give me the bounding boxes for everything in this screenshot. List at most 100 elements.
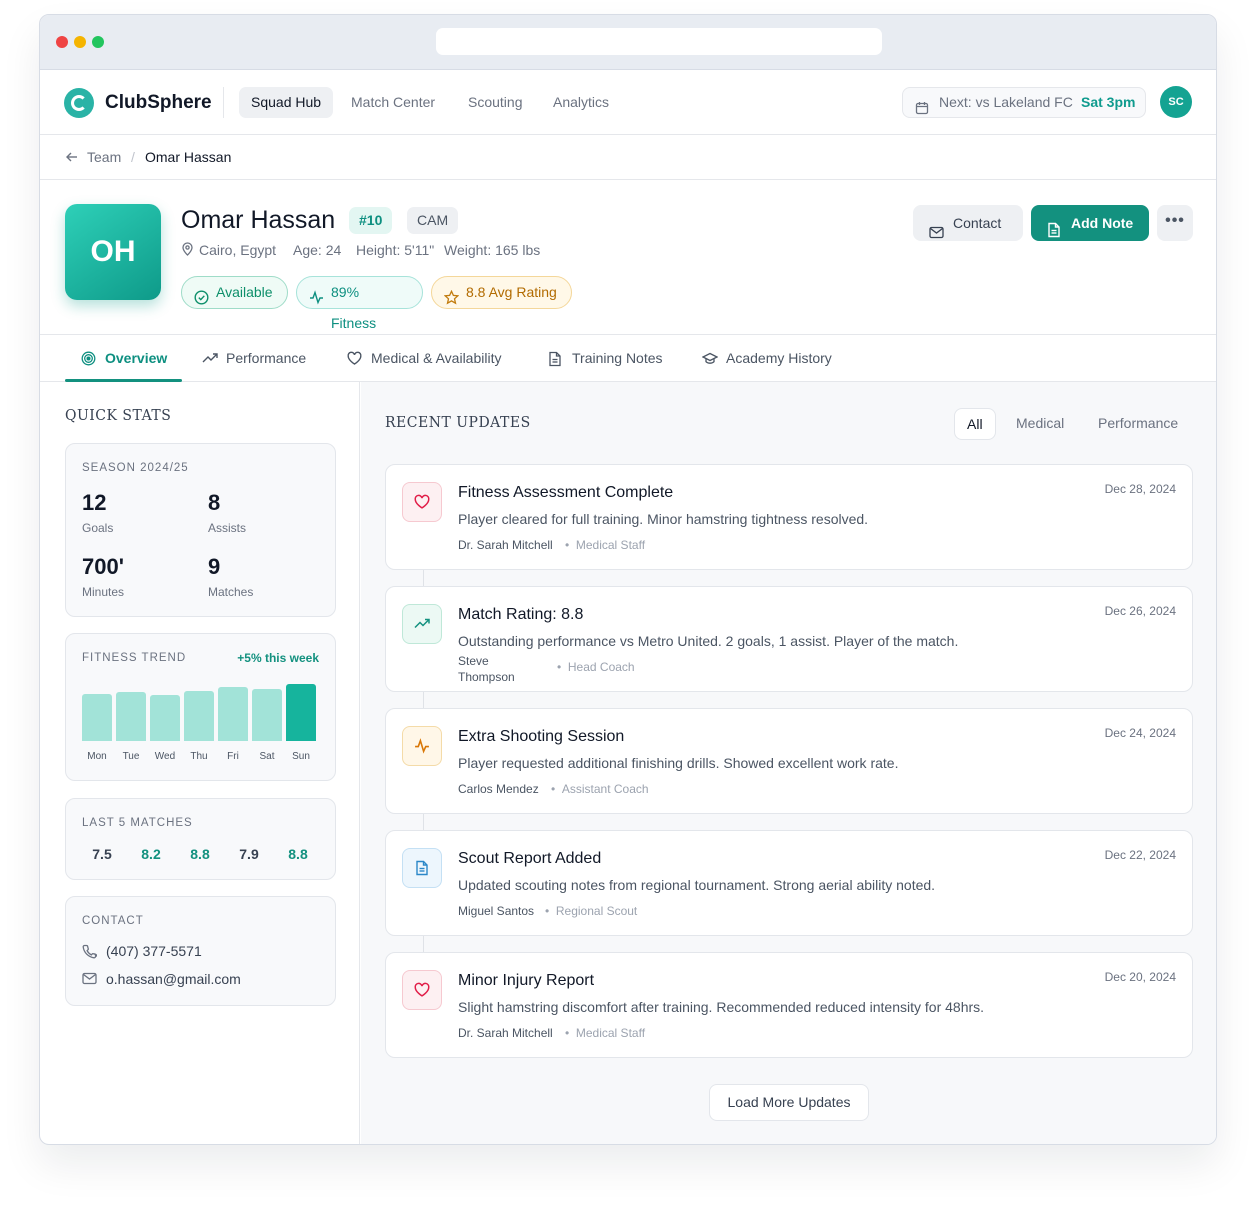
contact-button[interactable]: Contact <box>913 205 1023 241</box>
nav-item-squad-hub[interactable]: Squad Hub <box>239 87 334 118</box>
add-note-button[interactable]: Add Note <box>1031 205 1149 241</box>
heart-icon <box>402 970 442 1010</box>
breadcrumb-team-link[interactable]: Team <box>87 149 121 165</box>
clubsphere-logo-icon[interactable] <box>64 88 94 118</box>
nav-item-match-center[interactable]: Match Center <box>339 87 447 118</box>
filter-all[interactable]: All <box>954 408 996 440</box>
update-date: Dec 28, 2024 <box>1104 482 1176 496</box>
target-icon <box>81 351 96 369</box>
email-address: o.hassan@gmail.com <box>106 971 241 987</box>
fitness-trend-change: +5% this week <box>237 651 319 665</box>
arrow-left-icon[interactable] <box>65 150 79 167</box>
trending-up-icon <box>402 604 442 644</box>
update-description: Slight hamstring discomfort after traini… <box>458 999 985 1015</box>
activity-icon <box>309 285 324 316</box>
recent-updates-title: RECENT UPDATES <box>385 414 531 432</box>
close-window-dot[interactable] <box>56 36 68 48</box>
address-bar[interactable] <box>436 28 882 55</box>
update-role-label: Head Coach <box>567 660 635 674</box>
goals-value: 12 <box>82 490 107 515</box>
update-card[interactable]: Scout Report Added Updated scouting note… <box>385 830 1193 936</box>
fitness-badge-label: 89% Fitness <box>331 284 377 331</box>
update-role: • Medical Staff <box>565 538 646 552</box>
update-date: Dec 22, 2024 <box>1104 848 1176 862</box>
nav-item-scouting[interactable]: Scouting <box>456 87 534 118</box>
matches-value: 9 <box>208 554 221 579</box>
update-card[interactable]: Minor Injury Report Slight hamstring dis… <box>385 952 1193 1058</box>
document-icon <box>548 351 562 370</box>
mail-icon <box>929 216 944 252</box>
goals-label: Goals <box>82 521 114 535</box>
maximize-window-dot[interactable] <box>92 36 104 48</box>
fitness-trend-day-labels: Mon Tue Wed Thu Fri Sat Sun <box>82 751 320 765</box>
breadcrumb-separator: / <box>131 149 135 165</box>
minutes-value: 700' <box>82 554 124 579</box>
update-author: Carlos Mendez <box>458 782 539 796</box>
filter-medical[interactable]: Medical <box>1004 408 1076 440</box>
player-location: Cairo, Egypt <box>199 242 277 258</box>
check-circle-icon <box>194 285 209 316</box>
load-more-button[interactable]: Load More Updates <box>709 1084 869 1121</box>
player-avatar: OH <box>65 204 161 300</box>
update-title: Match Rating: 8.8 <box>458 606 584 623</box>
breadcrumb: Team / Omar Hassan <box>40 135 1216 180</box>
update-role: • Regional Scout <box>545 904 638 918</box>
more-options-button[interactable]: ••• <box>1157 205 1193 241</box>
update-card[interactable]: Extra Shooting Session Player requested … <box>385 708 1193 814</box>
tab-academy-history-label: Academy History <box>726 350 832 366</box>
email-link[interactable]: o.hassan@gmail.com <box>82 971 241 987</box>
phone-link[interactable]: (407) 377-5571 <box>82 943 202 959</box>
update-card[interactable]: Fitness Assessment Complete Player clear… <box>385 464 1193 570</box>
update-description: Player requested additional finishing dr… <box>458 755 899 771</box>
recent-updates-panel: RECENT UPDATES All Medical Performance F… <box>361 382 1216 1144</box>
tab-medical-availability[interactable]: Medical & Availability <box>347 350 501 366</box>
filter-performance[interactable]: Performance <box>1086 408 1190 440</box>
status-badge-label: Available <box>216 284 273 300</box>
nav-item-analytics[interactable]: Analytics <box>541 87 621 118</box>
next-match-pill[interactable]: Next: vs Lakeland FC Sat 3pm <box>902 87 1146 118</box>
update-card[interactable]: Match Rating: 8.8 Outstanding performanc… <box>385 586 1193 692</box>
profile-tabs: Overview Performance Medical & Availabil… <box>40 335 1216 382</box>
fitness-day-label: Sun <box>292 751 310 762</box>
fitness-bar-thu <box>184 691 214 741</box>
phone-number: (407) 377-5571 <box>106 943 202 959</box>
player-header: OH Omar Hassan #10 CAM Cairo, Egypt Age:… <box>40 180 1216 335</box>
assists-value: 8 <box>208 490 221 515</box>
season-caption: SEASON 2024/25 <box>82 462 189 474</box>
update-title: Minor Injury Report <box>458 972 595 989</box>
phone-icon <box>82 944 98 962</box>
tab-academy-history[interactable]: Academy History <box>701 350 832 366</box>
minimize-window-dot[interactable] <box>74 36 86 48</box>
fitness-day-label: Sat <box>259 751 275 762</box>
heart-icon <box>347 351 362 369</box>
brand-name[interactable]: ClubSphere <box>105 92 212 114</box>
fitness-bar-sun <box>286 684 316 741</box>
update-title: Fitness Assessment Complete <box>458 484 674 501</box>
heart-icon <box>402 482 442 522</box>
fitness-badge: 89% Fitness <box>296 276 423 331</box>
tab-overview[interactable]: Overview <box>81 350 167 366</box>
fitness-day-label: Tue <box>122 751 140 762</box>
tab-medical-availability-label: Medical & Availability <box>371 350 502 366</box>
update-role-label: Medical Staff <box>575 1026 646 1040</box>
update-role-label: Medical Staff <box>575 538 646 552</box>
user-avatar[interactable]: SC <box>1160 86 1192 118</box>
match-score: 8.8 <box>190 846 210 862</box>
fitness-day-label: Wed <box>154 751 176 762</box>
browser-chrome <box>40 15 1216 70</box>
last-matches-caption: LAST 5 MATCHES <box>82 817 193 829</box>
calendar-icon <box>915 96 929 125</box>
matches-label: Matches <box>208 585 254 599</box>
next-match-label: Next: vs Lakeland FC <box>939 94 1073 110</box>
rating-badge-label: 8.8 Avg Rating <box>466 284 557 300</box>
season-stats-card: SEASON 2024/25 12 Goals 8 Assists 700' M… <box>65 443 336 617</box>
fitness-bar-fri <box>218 687 248 741</box>
trending-up-icon <box>202 351 218 369</box>
browser-window: ClubSphere Squad Hub Match Center Scouti… <box>39 14 1217 1145</box>
note-icon <box>1047 215 1061 251</box>
fitness-day-label: Fri <box>227 751 239 762</box>
tab-performance[interactable]: Performance <box>202 350 306 366</box>
tab-training-notes[interactable]: Training Notes <box>548 350 663 367</box>
assists-label: Assists <box>208 521 247 535</box>
update-role-label: Regional Scout <box>555 904 638 918</box>
